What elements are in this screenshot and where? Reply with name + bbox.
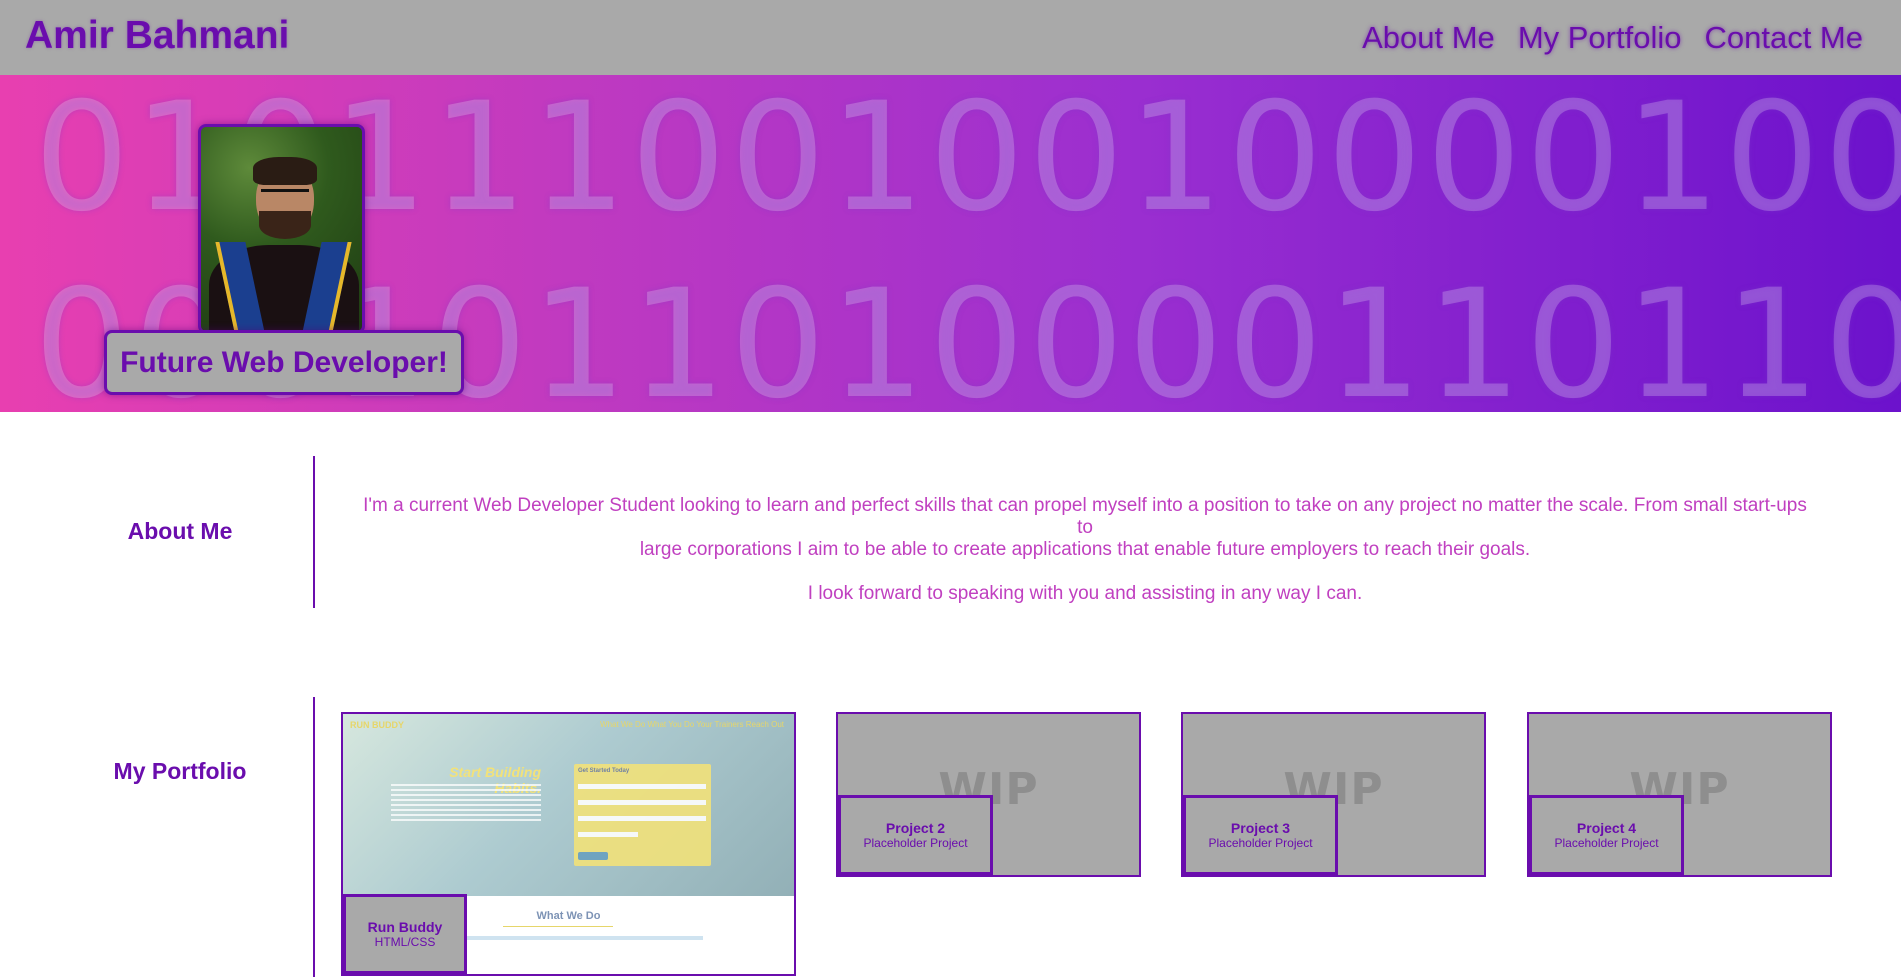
hero-tagline-text: Future Web Developer!	[120, 345, 448, 379]
project-title: Run Buddy	[367, 919, 443, 935]
project-caption: Run Buddy HTML/CSS	[343, 894, 467, 974]
about-paragraph-2: I look forward to speaking with you and …	[807, 583, 1363, 604]
about-heading: About Me	[127, 518, 233, 544]
nav-link-about-me[interactable]: About Me	[1362, 20, 1495, 56]
run-buddy-preview-nav: What We Do What You Do Your Trainers Rea…	[600, 720, 784, 729]
run-buddy-preview-form: Get Started Today	[574, 764, 711, 866]
portfolio-divider	[313, 697, 315, 977]
project-caption: Project 3 Placeholder Project	[1183, 795, 1338, 875]
profile-photo	[198, 124, 365, 334]
about-paragraph-1-line-2: large corporations I aim to be able to c…	[639, 539, 1531, 560]
project-subtitle: HTML/CSS	[374, 935, 436, 949]
project-card-2[interactable]: WIP Project 2 Placeholder Project	[836, 712, 1141, 877]
project-title: Project 4	[1576, 820, 1637, 836]
project-card-3[interactable]: WIP Project 3 Placeholder Project	[1181, 712, 1486, 877]
nav-link-my-portfolio[interactable]: My Portfolio	[1518, 20, 1682, 56]
project-caption: Project 4 Placeholder Project	[1529, 795, 1684, 875]
nav-link-contact-me[interactable]: Contact Me	[1704, 20, 1863, 56]
project-title: Project 2	[885, 820, 946, 836]
run-buddy-preview-logo: RUN BUDDY	[350, 720, 404, 730]
project-title: Project 3	[1230, 820, 1291, 836]
site-header: Amir Bahmani About Me My Portfolio Conta…	[0, 0, 1901, 75]
about-paragraph-1-line-1: I'm a current Web Developer Student look…	[363, 495, 1807, 538]
site-title: Amir Bahmani	[25, 14, 290, 57]
about-text: I'm a current Web Developer Student look…	[355, 495, 1815, 605]
project-subtitle: Placeholder Project	[863, 836, 968, 850]
portfolio-heading: My Portfolio	[113, 758, 247, 784]
project-subtitle: Placeholder Project	[1208, 836, 1313, 850]
project-caption: Project 2 Placeholder Project	[838, 795, 993, 875]
main-nav: About Me My Portfolio Contact Me	[1362, 20, 1863, 56]
project-card-run-buddy[interactable]: RUN BUDDY What We Do What You Do Your Tr…	[341, 712, 796, 976]
project-card-4[interactable]: WIP Project 4 Placeholder Project	[1527, 712, 1832, 877]
hero-banner: 0101110010010000100110 00010110100001101…	[0, 75, 1901, 412]
about-divider	[313, 456, 315, 608]
run-buddy-preview-form-title: Get Started Today	[578, 768, 630, 774]
project-subtitle: Placeholder Project	[1554, 836, 1659, 850]
hero-tagline: Future Web Developer!	[104, 330, 464, 395]
